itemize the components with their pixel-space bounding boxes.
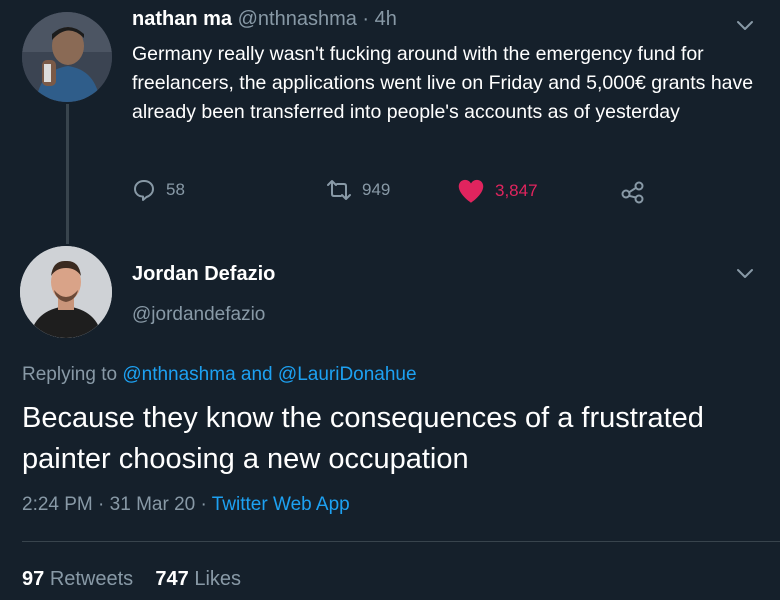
tweet1-handle[interactable]: @nthnashma [238, 8, 357, 30]
avatar-nathan-ma[interactable] [22, 12, 112, 102]
heart-icon [458, 179, 484, 203]
tweet2-display-name[interactable]: Jordan Defazio [132, 263, 275, 286]
replying-to-line: Replying to @nthnashma and @LauriDonahue [22, 364, 417, 386]
tweet2-date[interactable]: 31 Mar 20 [110, 494, 196, 515]
tweet2-meta: 2:24 PM · 31 Mar 20 · Twitter Web App [22, 494, 350, 516]
reply-and-label: and [240, 364, 273, 385]
divider [22, 541, 780, 542]
retweet-total: 97 [22, 568, 45, 590]
like-total: 747 [155, 568, 189, 590]
retweet-button[interactable]: 949 [326, 178, 390, 202]
meta-separator: · [98, 494, 105, 515]
share-icon [621, 181, 644, 204]
like-count: 3,847 [495, 181, 538, 200]
reply-mention-nthnashma[interactable]: @nthnashma [122, 364, 235, 385]
retweets-label: Retweets [49, 568, 134, 590]
avatar-photo-icon [22, 12, 112, 102]
chevron-down-icon[interactable] [734, 262, 756, 289]
chevron-down-icon[interactable] [734, 14, 756, 41]
meta-separator: · [200, 494, 207, 515]
retweet-count: 949 [362, 180, 391, 199]
tweet1-display-name[interactable]: nathan ma [132, 8, 232, 30]
like-button[interactable]: 3,847 [457, 178, 538, 204]
replying-to-label: Replying to [22, 364, 118, 385]
avatar-photo-icon [20, 246, 112, 338]
retweet-icon [327, 180, 351, 200]
tweet2-time[interactable]: 2:24 PM [22, 494, 93, 515]
tweet1-header: nathan ma @nthnashma · 4h [132, 8, 397, 31]
share-button[interactable] [620, 178, 656, 204]
tweet1-separator: · [362, 8, 370, 30]
tweet2-stats: 97 Retweets 747 Likes [22, 568, 241, 591]
reply-icon [134, 180, 154, 201]
tweet2-source-link[interactable]: Twitter Web App [212, 494, 350, 515]
tweet1-time[interactable]: 4h [375, 8, 397, 30]
reply-mention-lauridonahue[interactable]: @LauriDonahue [278, 364, 417, 385]
avatar-jordan-defazio[interactable] [20, 246, 112, 338]
reply-count: 58 [166, 180, 185, 199]
likes-stat[interactable]: 747 Likes [155, 568, 241, 590]
thread-connector-line [66, 104, 69, 244]
likes-label: Likes [194, 568, 242, 590]
retweets-stat[interactable]: 97 Retweets [22, 568, 133, 590]
tweet2-handle[interactable]: @jordandefazio [132, 304, 265, 326]
tweet2-text: Because they know the consequences of a … [22, 402, 704, 475]
tweet1-text: Germany really wasn't fucking around wit… [132, 43, 754, 123]
reply-button[interactable]: 58 [132, 178, 185, 202]
